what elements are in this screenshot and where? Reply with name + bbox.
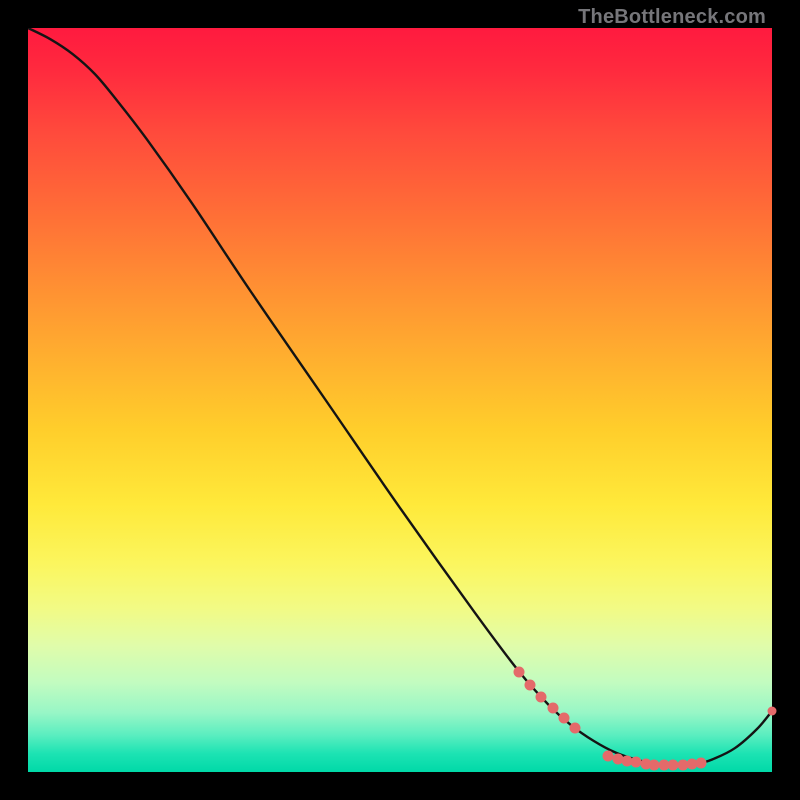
curve-svg bbox=[28, 28, 772, 772]
plot-area bbox=[28, 28, 772, 772]
data-point bbox=[768, 706, 777, 715]
data-point bbox=[525, 679, 536, 690]
chart-stage: TheBottleneck.com bbox=[0, 0, 800, 800]
curve-path bbox=[28, 28, 772, 765]
data-point bbox=[696, 757, 707, 768]
data-point bbox=[569, 723, 580, 734]
data-point bbox=[514, 666, 525, 677]
data-point bbox=[558, 713, 569, 724]
data-point bbox=[547, 703, 558, 714]
watermark-text: TheBottleneck.com bbox=[578, 6, 766, 29]
data-point bbox=[536, 691, 547, 702]
